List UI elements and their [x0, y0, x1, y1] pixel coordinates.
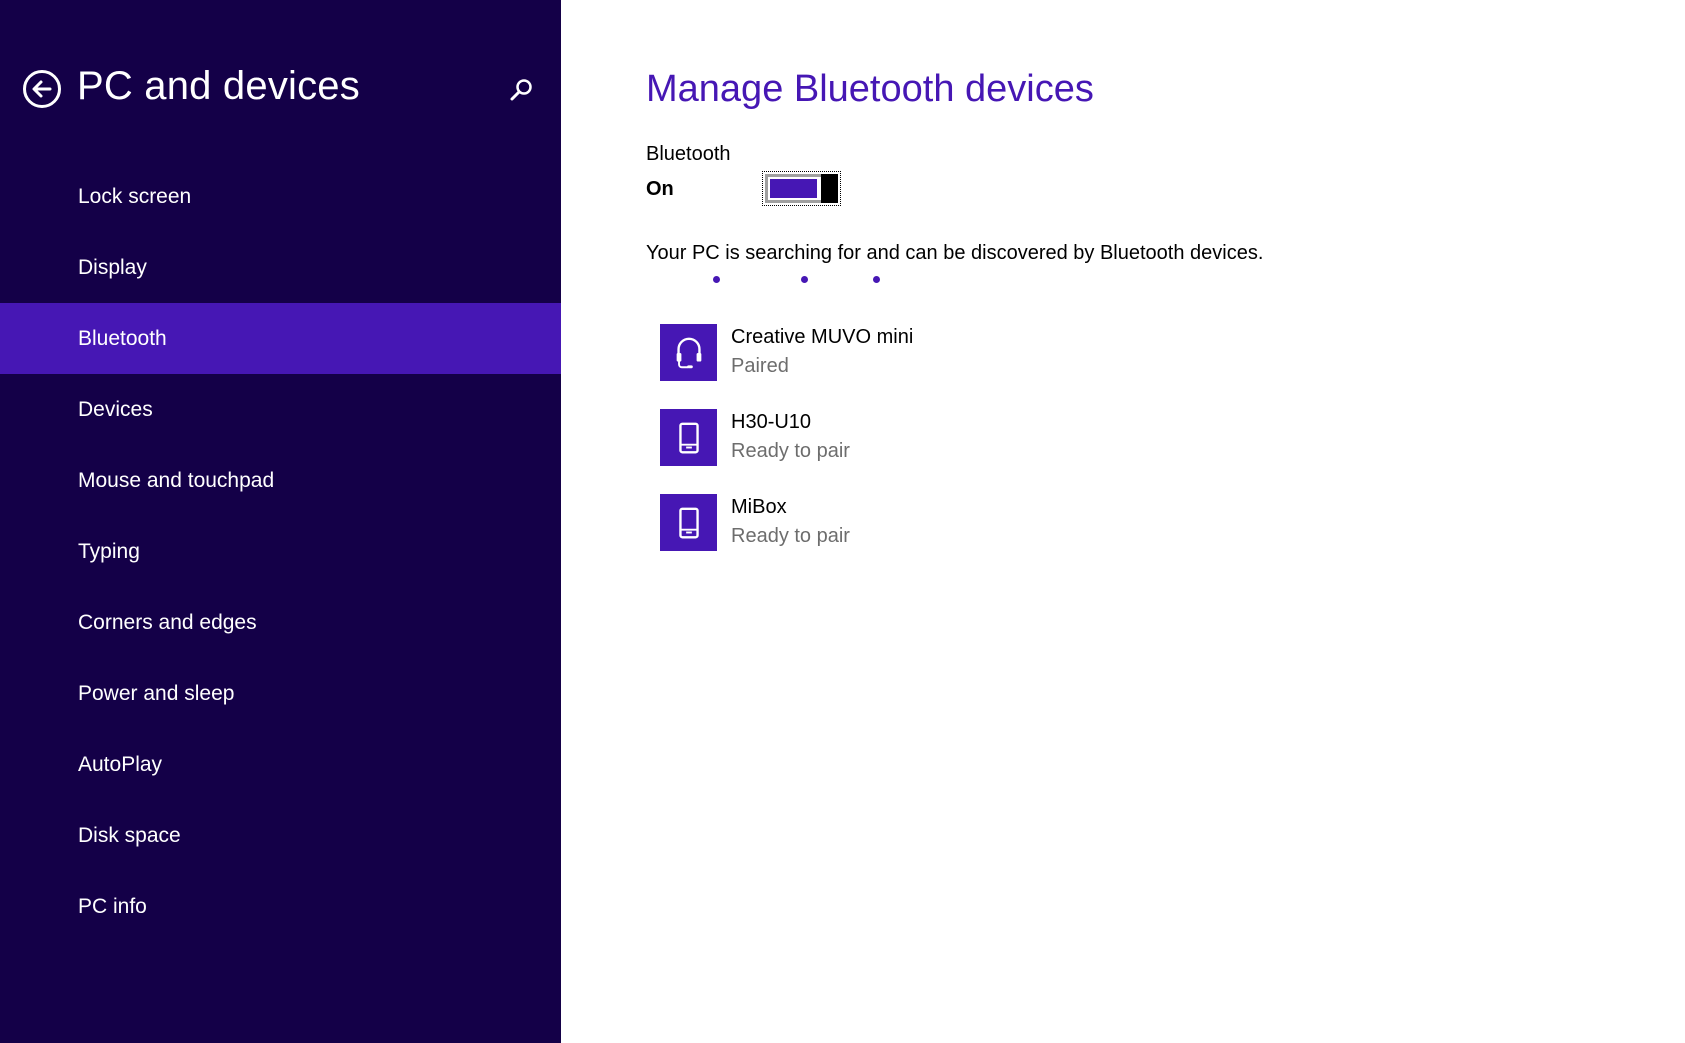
- sidebar-item-lock-screen[interactable]: Lock screen: [0, 161, 561, 232]
- device-status: Ready to pair: [731, 440, 850, 462]
- device-status: Ready to pair: [731, 525, 850, 547]
- device-name: MiBox: [731, 496, 787, 518]
- progress-dot: [713, 276, 720, 283]
- sidebar-item-label: Bluetooth: [78, 326, 167, 350]
- sidebar-item-power-and-sleep[interactable]: Power and sleep: [0, 658, 561, 729]
- sidebar-item-bluetooth[interactable]: Bluetooth: [0, 303, 561, 374]
- sidebar-item-autoplay[interactable]: AutoPlay: [0, 729, 561, 800]
- progress-dot: [873, 276, 880, 283]
- sidebar-item-corners-and-edges[interactable]: Corners and edges: [0, 587, 561, 658]
- toggle-track: [765, 174, 838, 203]
- sidebar-item-label: Typing: [78, 539, 140, 563]
- page-title: Manage Bluetooth devices: [646, 68, 1094, 110]
- sidebar-item-display[interactable]: Display: [0, 232, 561, 303]
- main-content: Manage Bluetooth devices Bluetooth On Yo…: [561, 0, 1685, 1043]
- bluetooth-state: On: [646, 178, 674, 200]
- sidebar-nav: Lock screen Display Bluetooth Devices Mo…: [0, 161, 561, 942]
- sidebar-title: PC and devices: [77, 64, 360, 108]
- sidebar: PC and devices Lock screen Display Bluet…: [0, 0, 561, 1043]
- sidebar-item-pc-info[interactable]: PC info: [0, 871, 561, 942]
- device-name: Creative MUVO mini: [731, 326, 914, 348]
- sidebar-item-label: Disk space: [78, 823, 181, 847]
- sidebar-item-mouse-and-touchpad[interactable]: Mouse and touchpad: [0, 445, 561, 516]
- device-name: H30-U10: [731, 411, 812, 433]
- sidebar-item-typing[interactable]: Typing: [0, 516, 561, 587]
- sidebar-item-disk-space[interactable]: Disk space: [0, 800, 561, 871]
- device-status: Paired: [731, 355, 789, 377]
- sidebar-item-label: Mouse and touchpad: [78, 468, 275, 492]
- toggle-fill: [770, 179, 817, 198]
- phone-icon: [660, 409, 717, 466]
- headset-icon: [660, 324, 717, 381]
- sidebar-item-label: Display: [78, 255, 147, 279]
- sidebar-item-label: Devices: [78, 397, 153, 421]
- progress-dots: [561, 276, 961, 284]
- sidebar-item-label: Corners and edges: [78, 610, 257, 634]
- sidebar-item-label: AutoPlay: [78, 752, 163, 776]
- back-button[interactable]: [23, 70, 61, 108]
- phone-icon: [660, 494, 717, 551]
- sidebar-item-devices[interactable]: Devices: [0, 374, 561, 445]
- discovery-status: Your PC is searching for and can be disc…: [646, 242, 1264, 264]
- toggle-thumb: [821, 174, 838, 203]
- bluetooth-label: Bluetooth: [646, 143, 731, 165]
- search-icon: [510, 79, 532, 101]
- back-arrow-icon: [32, 80, 52, 98]
- search-button[interactable]: [508, 77, 534, 103]
- sidebar-item-label: Power and sleep: [78, 681, 235, 705]
- sidebar-item-label: Lock screen: [78, 184, 192, 208]
- sidebar-item-label: PC info: [78, 894, 147, 918]
- bluetooth-toggle[interactable]: [762, 171, 841, 206]
- progress-dot: [801, 276, 808, 283]
